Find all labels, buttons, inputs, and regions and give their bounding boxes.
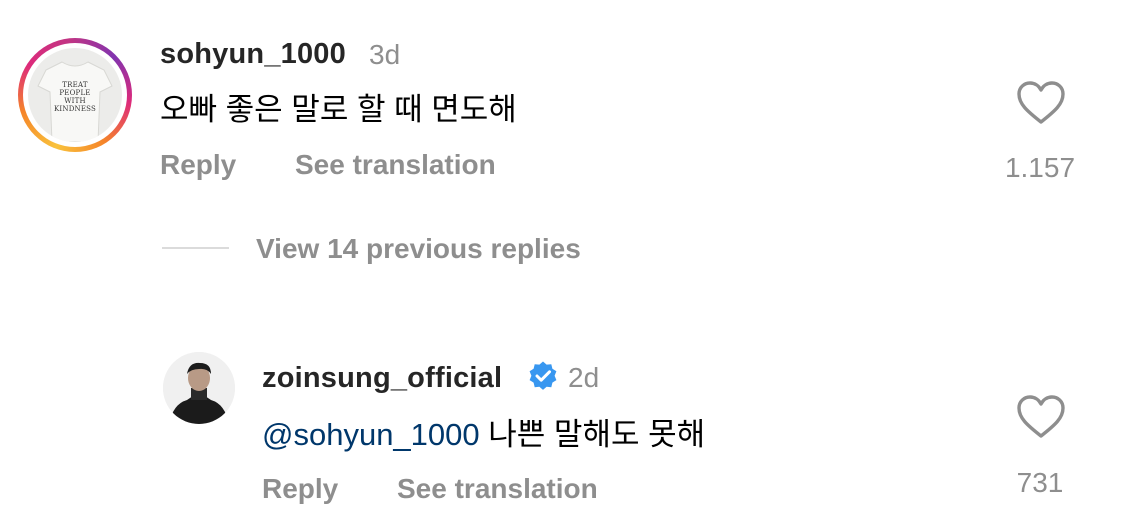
see-translation-button[interactable]: See translation — [295, 149, 496, 181]
view-previous-replies-button[interactable]: View 14 previous replies — [256, 233, 581, 265]
see-translation-button[interactable]: See translation — [397, 473, 598, 505]
like-count: 1.157 — [1004, 152, 1076, 183]
comment-text: 오빠 좋은 말로 할 때 면도해 — [160, 92, 517, 127]
mention-link[interactable]: @sohyun_1000 — [262, 417, 480, 452]
comment-text: @sohyun_1000 나쁜 말해도 못해 — [262, 409, 705, 454]
avatar[interactable]: TREAT PEOPLE WITH KINDNESS — [28, 48, 122, 142]
reply-button[interactable]: Reply — [160, 149, 236, 181]
avatar[interactable] — [163, 352, 235, 424]
story-ring[interactable]: TREAT PEOPLE WITH KINDNESS — [18, 38, 132, 152]
like-count: 731 — [1016, 467, 1064, 498]
thread-divider — [162, 247, 229, 249]
comment-username[interactable]: zoinsung_official — [262, 362, 502, 395]
comment-username[interactable]: sohyun_1000 — [160, 38, 346, 71]
verified-badge-icon — [527, 360, 559, 392]
comment-body: 나쁜 말해도 못해 — [488, 417, 706, 452]
reply-button[interactable]: Reply — [262, 473, 338, 505]
heart-icon[interactable] — [1016, 394, 1066, 440]
heart-icon[interactable] — [1016, 80, 1066, 126]
comment-timestamp: 3d — [369, 39, 401, 70]
comment-timestamp: 2d — [568, 362, 600, 393]
avatar-shirt-text: TREAT PEOPLE WITH KINDNESS — [53, 81, 97, 113]
